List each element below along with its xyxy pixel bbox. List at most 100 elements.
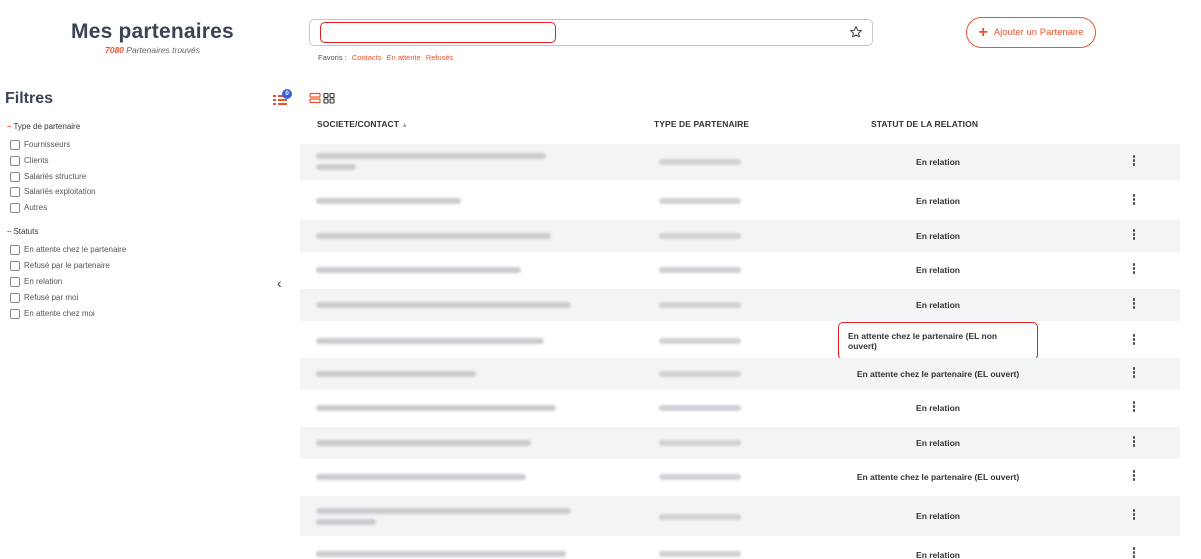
relation-status: En relation <box>916 231 960 241</box>
column-header-statut[interactable]: STATUT DE LA RELATION <box>871 119 978 129</box>
filter-count-badge: 0 <box>282 89 292 99</box>
filter-clients[interactable]: Clients <box>10 155 48 166</box>
blurred-partner-type <box>659 233 741 239</box>
results-count-number: 7080 <box>105 45 124 55</box>
results-count: 7080 Partenaires trouvés <box>0 45 305 55</box>
favoris-link-contacts[interactable]: Contacts <box>352 53 382 62</box>
blurred-company-name <box>316 198 461 204</box>
collapse-sidebar-chevron-left-icon[interactable]: ‹ <box>277 275 282 291</box>
relation-status: En relation <box>916 157 960 167</box>
favoris-link-en-attente[interactable]: En attente <box>387 53 421 62</box>
relation-status: En relation <box>916 300 960 310</box>
checkbox[interactable] <box>10 202 20 213</box>
blurred-partner-type <box>659 405 741 411</box>
blurred-company-name <box>316 474 526 480</box>
blurred-company-name <box>316 153 546 159</box>
more-options-icon[interactable] <box>1129 194 1139 208</box>
relation-status: En relation <box>916 265 960 275</box>
checkbox[interactable] <box>10 186 20 197</box>
relation-status: En relation <box>916 196 960 206</box>
checkbox[interactable] <box>10 155 20 166</box>
page-title: Mes partenaires <box>71 20 234 43</box>
plus-icon: + <box>978 23 988 41</box>
view-toggle <box>309 92 335 104</box>
more-options-icon[interactable] <box>1129 509 1139 523</box>
checkbox[interactable] <box>10 308 20 319</box>
blurred-company-name <box>316 267 521 273</box>
table-row[interactable]: En attente chez le partenaire (EL ouvert… <box>300 358 1180 390</box>
blurred-company-name <box>316 508 571 514</box>
more-options-icon[interactable] <box>1129 155 1139 169</box>
checkbox[interactable] <box>10 139 20 150</box>
filter-en-attente-partenaire[interactable]: En attente chez le partenaire <box>10 244 126 255</box>
filter-autres[interactable]: Autres <box>10 202 47 213</box>
filter-en-relation[interactable]: En relation <box>10 276 62 287</box>
filter-group-statuts[interactable]: – Statuts <box>7 227 38 236</box>
table-row[interactable]: En relation <box>300 220 1180 252</box>
blurred-company-name <box>316 371 476 377</box>
table-row[interactable]: En relation <box>300 185 1180 217</box>
table-row[interactable]: En relation <box>300 392 1180 424</box>
filter-salaries-structure[interactable]: Salariés structure <box>10 171 86 182</box>
blurred-partner-type <box>659 159 741 165</box>
table-row[interactable]: En relation <box>300 254 1180 286</box>
relation-status: En relation <box>916 550 960 559</box>
table-row[interactable]: En attente chez le partenaire (EL non ou… <box>300 322 1180 360</box>
checkbox[interactable] <box>10 276 20 287</box>
table-row[interactable]: En relation <box>300 496 1180 536</box>
checkbox[interactable] <box>10 171 20 182</box>
collapse-minus-icon: – <box>7 122 12 131</box>
list-view-icon[interactable] <box>309 92 321 104</box>
more-options-icon[interactable] <box>1129 470 1139 484</box>
column-header-type[interactable]: TYPE DE PARTENAIRE <box>654 119 749 129</box>
filter-refuse-partenaire[interactable]: Refusé par le partenaire <box>10 260 110 271</box>
more-options-icon[interactable] <box>1129 263 1139 277</box>
filter-salaries-exploitation[interactable]: Salariés exploitation <box>10 186 96 197</box>
more-options-icon[interactable] <box>1129 229 1139 243</box>
more-options-icon[interactable] <box>1129 547 1139 559</box>
blurred-partner-type <box>659 302 741 308</box>
blurred-company-name <box>316 338 544 344</box>
table-row[interactable]: En attente chez le partenaire (EL ouvert… <box>300 461 1180 493</box>
table-row[interactable]: En relation <box>300 289 1180 321</box>
blurred-company-name <box>316 233 551 239</box>
favoris-bar: Favoris : Contacts En attente Refusés <box>318 53 453 62</box>
relation-status: En attente chez le partenaire (EL ouvert… <box>856 369 1020 379</box>
blurred-company-name <box>316 405 556 411</box>
relation-status: En relation <box>916 511 960 521</box>
blurred-partner-type <box>659 440 741 446</box>
blurred-partner-type <box>659 267 741 273</box>
add-partner-button[interactable]: + Ajouter un Partenaire <box>966 17 1096 48</box>
table-row[interactable]: En relation <box>300 144 1180 180</box>
filter-en-attente-moi[interactable]: En attente chez moi <box>10 308 95 319</box>
more-options-icon[interactable] <box>1129 367 1139 381</box>
filters-title: Filtres <box>5 90 54 107</box>
add-partner-label: Ajouter un Partenaire <box>993 27 1084 38</box>
filter-group-type[interactable]: – Type de partenaire <box>7 122 80 131</box>
star-icon[interactable] <box>849 25 863 39</box>
checkbox[interactable] <box>10 244 20 255</box>
more-options-icon[interactable] <box>1129 436 1139 450</box>
filter-refuse-moi[interactable]: Refusé par moi <box>10 292 78 303</box>
blurred-partner-type <box>659 338 741 344</box>
blurred-partner-type <box>659 198 741 204</box>
search-input[interactable] <box>320 22 556 43</box>
filter-fournisseurs[interactable]: Fournisseurs <box>10 139 70 150</box>
more-options-icon[interactable] <box>1129 401 1139 415</box>
table-row[interactable]: En relation <box>300 541 1180 559</box>
blurred-partner-type <box>659 514 741 520</box>
relation-status: En relation <box>916 403 960 413</box>
blurred-company-name <box>316 519 376 525</box>
favoris-link-refuses[interactable]: Refusés <box>426 53 454 62</box>
checkbox[interactable] <box>10 292 20 303</box>
column-header-societe[interactable]: SOCIETE/CONTACT ▲ <box>317 119 408 129</box>
page-header: Mes partenaires 7080 Partenaires trouvés <box>0 20 305 55</box>
grid-view-icon[interactable] <box>323 92 335 104</box>
relation-status: En relation <box>916 438 960 448</box>
relation-status-highlighted: En attente chez le partenaire (EL non ou… <box>838 322 1038 360</box>
favoris-label: Favoris : <box>318 53 347 62</box>
checkbox[interactable] <box>10 260 20 271</box>
table-row[interactable]: En relation <box>300 427 1180 459</box>
more-options-icon[interactable] <box>1129 298 1139 312</box>
more-options-icon[interactable] <box>1129 334 1139 348</box>
